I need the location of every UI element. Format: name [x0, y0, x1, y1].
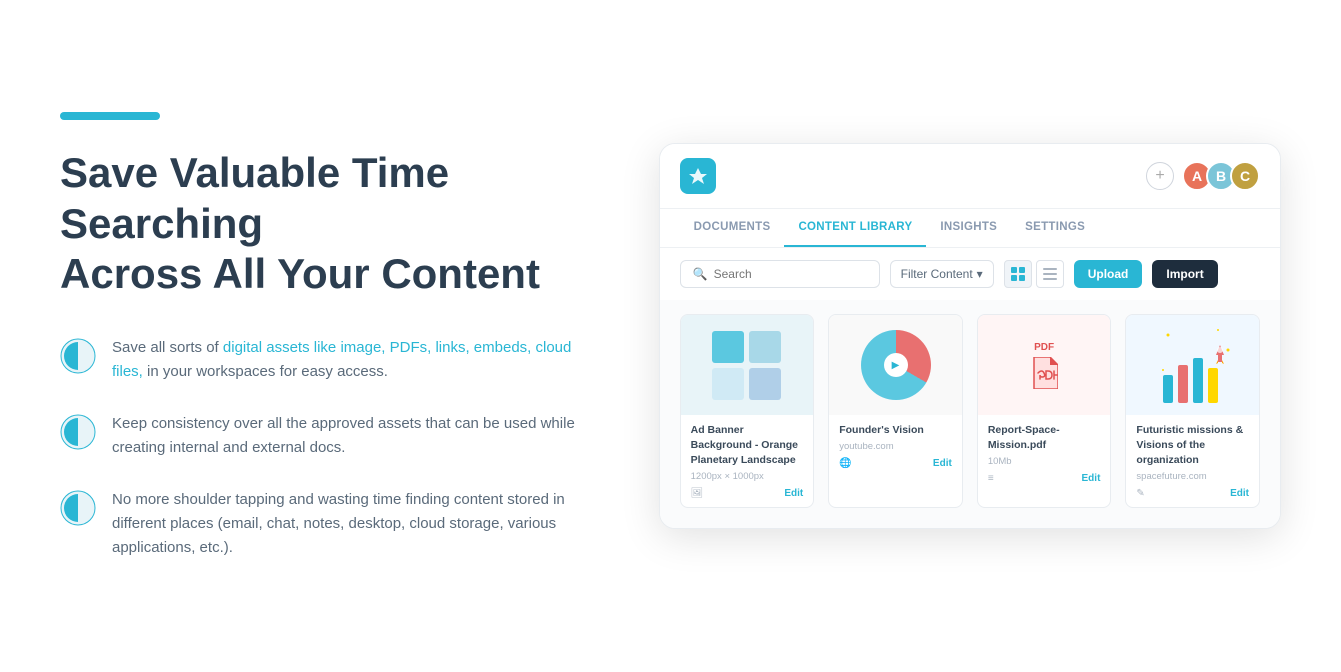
page-container: Save Valuable Time Searching Across All …	[60, 112, 1281, 559]
list-view-button[interactable]	[1036, 260, 1064, 288]
image-icon: 🖼	[691, 488, 704, 499]
app-nav: DOCUMENTS CONTENT LiBrARY INSIGHTS SETTI…	[660, 209, 1280, 248]
left-section: Save Valuable Time Searching Across All …	[60, 112, 579, 559]
accent-bar	[60, 112, 160, 120]
app-header: + A B C	[660, 144, 1280, 209]
card-title-1: Ad Banner Background - Orange Planetary …	[691, 423, 804, 467]
video-circle: ▶	[861, 330, 931, 400]
card-footer-2: 🌐 Edit	[839, 458, 952, 469]
search-box[interactable]: 🔍	[680, 260, 880, 288]
card-subtitle-4: spacefuture.com	[1136, 471, 1249, 482]
nav-documents[interactable]: DOCUMENTS	[680, 209, 785, 247]
card-meta-4: Futuristic missions & Visions of the org…	[1126, 415, 1259, 506]
grid-icon	[1011, 267, 1025, 281]
card-subtitle-3: 10Mb	[988, 456, 1101, 467]
edit-link-3[interactable]: Edit	[1082, 473, 1101, 484]
content-card-2: ▶ Founder's Vision youtube.com 🌐 Edit	[828, 314, 963, 507]
app-toolbar: 🔍 Filter Content ▾	[660, 248, 1280, 300]
filter-dropdown[interactable]: Filter Content ▾	[890, 260, 994, 288]
edit-link-2[interactable]: Edit	[933, 458, 952, 469]
card-title-4: Futuristic missions & Visions of the org…	[1136, 423, 1249, 467]
heading-line1: Save Valuable Time Searching	[60, 149, 449, 246]
card-meta-2: Founder's Vision youtube.com 🌐 Edit	[829, 415, 962, 477]
grid-view-button[interactable]	[1004, 260, 1032, 288]
feature-icon-3	[60, 490, 96, 526]
feature-icon-2	[60, 414, 96, 450]
content-card-3: PDF Report-Space-Mission.pdf 10Mb	[977, 314, 1112, 507]
card-footer-1: 🖼 Edit	[691, 488, 804, 499]
pdf-label: PDF	[1034, 342, 1054, 353]
search-input[interactable]	[714, 267, 867, 281]
feature-icon-1	[60, 338, 96, 374]
card-title-3: Report-Space-Mission.pdf	[988, 423, 1101, 452]
feature-item-2: Keep consistency over all the approved a…	[60, 412, 579, 460]
doc-icon: ≡	[988, 473, 994, 484]
app-logo	[680, 158, 716, 194]
futuristic-illustration	[1148, 320, 1238, 410]
play-button[interactable]: ▶	[884, 353, 908, 377]
add-button[interactable]: +	[1146, 162, 1174, 190]
card-thumbnail-4	[1126, 315, 1259, 415]
nav-insights[interactable]: INSIGHTS	[926, 209, 1011, 247]
import-button[interactable]: Import	[1152, 260, 1217, 288]
card-meta-1: Ad Banner Background - Orange Planetary …	[681, 415, 814, 506]
card-subtitle-2: youtube.com	[839, 441, 952, 452]
pencil-icon: ✎	[1136, 488, 1144, 499]
feature-list: Save all sorts of digital assets like im…	[60, 336, 579, 560]
feature-text-1: Save all sorts of digital assets like im…	[112, 336, 579, 384]
list-icon	[1043, 267, 1057, 281]
card-thumbnail-3: PDF	[978, 315, 1111, 415]
pdf-icon	[1030, 357, 1058, 389]
content-card-4: Futuristic missions & Visions of the org…	[1125, 314, 1260, 507]
feature-item-3: No more shoulder tapping and wasting tim…	[60, 488, 579, 560]
heading-line2: Across All Your Content	[60, 250, 540, 297]
card-thumbnail-2: ▶	[829, 315, 962, 415]
app-window: + A B C DOCUMENTS	[659, 143, 1281, 528]
feature-item-1: Save all sorts of digital assets like im…	[60, 336, 579, 384]
pdf-thumb: PDF	[978, 315, 1111, 415]
right-section: + A B C DOCUMENTS	[659, 143, 1281, 528]
chevron-down-icon: ▾	[977, 267, 983, 281]
feature-text-2: Keep consistency over all the approved a…	[112, 412, 579, 460]
card-footer-3: ≡ Edit	[988, 473, 1101, 484]
nav-content-library[interactable]: CONTENT LiBrARY	[784, 209, 926, 247]
video-icon: 🌐	[839, 458, 851, 469]
card-title-2: Founder's Vision	[839, 423, 952, 438]
content-grid: Ad Banner Background - Orange Planetary …	[660, 300, 1280, 527]
content-card-1: Ad Banner Background - Orange Planetary …	[680, 314, 815, 507]
feature-text-3: No more shoulder tapping and wasting tim…	[112, 488, 579, 560]
view-toggle	[1004, 260, 1064, 288]
avatar-group: A B C	[1182, 161, 1260, 191]
edit-link-4[interactable]: Edit	[1230, 488, 1249, 499]
upload-button[interactable]: Upload	[1074, 260, 1143, 288]
avatar-3: C	[1230, 161, 1260, 191]
nav-settings[interactable]: SETTINGS	[1011, 209, 1099, 247]
header-right: + A B C	[1146, 161, 1260, 191]
main-heading: Save Valuable Time Searching Across All …	[60, 148, 579, 299]
card-meta-3: Report-Space-Mission.pdf 10Mb ≡ Edit	[978, 415, 1111, 491]
filter-label: Filter Content	[901, 267, 973, 281]
search-icon: 🔍	[693, 267, 708, 281]
card-thumbnail-1	[681, 315, 814, 415]
card-subtitle-1: 1200px × 1000px	[691, 471, 804, 482]
edit-link-1[interactable]: Edit	[784, 488, 803, 499]
card-footer-4: ✎ Edit	[1136, 488, 1249, 499]
